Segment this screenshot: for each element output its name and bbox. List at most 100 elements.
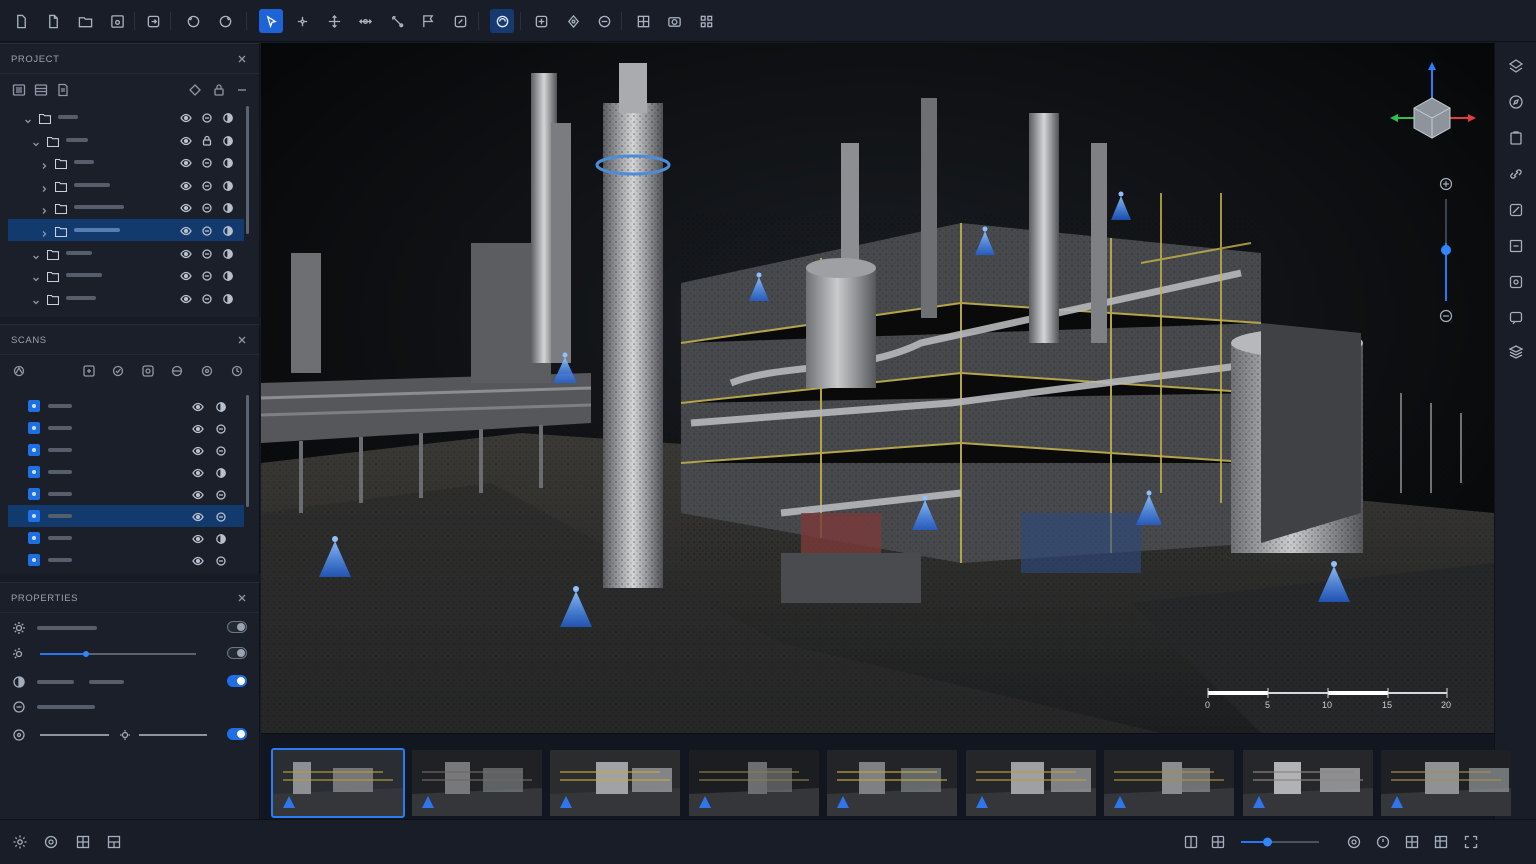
link-icon[interactable] — [215, 422, 227, 434]
layout-icon[interactable] — [106, 834, 122, 850]
transform-icon[interactable] — [561, 9, 585, 33]
grid-icon[interactable] — [75, 834, 91, 850]
select-tool-icon[interactable] — [259, 9, 283, 33]
lock-icon[interactable] — [201, 134, 213, 146]
edit-icon[interactable] — [1508, 202, 1524, 218]
eye-icon[interactable] — [180, 269, 192, 281]
tree-item[interactable] — [8, 196, 244, 218]
gear-icon[interactable] — [12, 834, 28, 850]
section-box-icon[interactable] — [529, 9, 553, 33]
link-icon[interactable] — [215, 510, 227, 522]
grid-view-icon[interactable] — [631, 9, 655, 33]
save-icon[interactable] — [105, 9, 129, 33]
color-swatch-icon[interactable] — [222, 156, 234, 169]
color-swatch-icon[interactable] — [222, 111, 234, 123]
measure-tool-icon[interactable] — [385, 9, 409, 33]
chevron-right-icon[interactable] — [40, 157, 48, 170]
clip-icon[interactable] — [592, 9, 616, 33]
eye-icon[interactable] — [192, 510, 204, 522]
cloud-icon[interactable] — [170, 364, 184, 378]
camera-icon[interactable] — [662, 9, 686, 33]
refresh-icon[interactable] — [230, 364, 244, 378]
3d-viewport[interactable]: 0 5 10 15 20 — [261, 43, 1494, 733]
tree-item[interactable] — [8, 174, 244, 196]
eye-icon[interactable] — [192, 554, 204, 566]
redo-icon[interactable] — [213, 9, 237, 33]
settings-grid-icon[interactable] — [694, 9, 718, 33]
tree-item[interactable] — [8, 287, 244, 309]
link-icon[interactable] — [201, 224, 213, 236]
color-swatch-icon[interactable] — [222, 134, 234, 146]
eye-icon[interactable] — [180, 111, 192, 123]
link-icon[interactable] — [1508, 166, 1524, 182]
eye-icon[interactable] — [192, 532, 204, 544]
target-icon[interactable] — [200, 364, 214, 378]
align-icon[interactable] — [141, 364, 155, 378]
layers-stack-icon[interactable] — [1508, 58, 1524, 74]
annotate-tool-icon[interactable] — [448, 9, 472, 33]
new-document-icon[interactable] — [41, 9, 65, 33]
link-icon[interactable] — [201, 269, 213, 281]
eye-icon[interactable] — [180, 134, 192, 146]
crop-icon[interactable] — [1508, 238, 1524, 254]
link-icon[interactable] — [201, 292, 213, 304]
link-icon[interactable] — [201, 156, 213, 168]
color-swatch-icon[interactable] — [222, 201, 234, 214]
scan-list-item[interactable] — [8, 549, 244, 571]
document-icon[interactable] — [56, 83, 70, 97]
home-view-icon[interactable] — [1375, 834, 1391, 850]
contrast-half-icon[interactable] — [215, 532, 227, 544]
range-toggle[interactable] — [227, 728, 247, 740]
color-swatch-icon[interactable] — [222, 224, 234, 236]
tree-item[interactable] — [8, 264, 244, 286]
scan-thumbnail[interactable] — [688, 750, 819, 816]
range-slider-max[interactable] — [139, 734, 207, 736]
scan-thumbnail[interactable] — [1381, 750, 1511, 816]
range-slider-min[interactable] — [40, 734, 109, 736]
scan-list-item[interactable] — [8, 461, 244, 483]
scan-list-item[interactable] — [8, 483, 244, 505]
list-view-icon[interactable] — [12, 83, 26, 97]
eye-icon[interactable] — [180, 201, 192, 213]
eye-icon[interactable] — [180, 224, 192, 236]
move-tool-icon[interactable] — [322, 9, 346, 33]
scan-thumbnail[interactable] — [550, 750, 680, 816]
open-folder-icon[interactable] — [73, 9, 97, 33]
view-mode-icon[interactable] — [490, 9, 514, 33]
color-toggle[interactable] — [227, 675, 247, 687]
link-icon[interactable] — [215, 444, 227, 456]
quad-view-icon[interactable] — [1210, 834, 1226, 850]
eye-icon[interactable] — [192, 488, 204, 500]
import-scan-icon[interactable] — [82, 364, 96, 378]
window-icon[interactable] — [1404, 834, 1420, 850]
chevron-down-icon[interactable] — [32, 293, 40, 305]
point-cloud-scene[interactable] — [261, 43, 1494, 733]
new-file-icon[interactable] — [9, 9, 33, 33]
tile-icon[interactable] — [1433, 834, 1449, 850]
preferences-icon[interactable] — [43, 834, 59, 850]
chevron-right-icon[interactable] — [40, 180, 48, 192]
scan-list-item[interactable] — [8, 527, 244, 549]
register-icon[interactable] — [111, 364, 125, 378]
eye-icon[interactable] — [192, 400, 204, 412]
contrast-slider-knob[interactable] — [82, 651, 89, 657]
layers-icon[interactable] — [34, 83, 48, 97]
color-swatch-icon[interactable] — [222, 269, 234, 282]
contrast-half-icon[interactable] — [215, 400, 227, 412]
contrast-half-icon[interactable] — [215, 466, 227, 478]
scan-thumbnail[interactable] — [965, 750, 1096, 816]
export-icon[interactable] — [141, 9, 165, 33]
scan-list-item[interactable] — [8, 395, 244, 417]
link-icon[interactable] — [201, 247, 213, 259]
brightness-toggle[interactable] — [227, 621, 247, 633]
eye-icon[interactable] — [180, 179, 192, 191]
flag-tool-icon[interactable] — [416, 9, 440, 33]
filter-icon[interactable] — [188, 83, 202, 97]
scan-thumbnail[interactable] — [827, 750, 957, 816]
close-icon[interactable] — [236, 591, 248, 603]
scan-thumbnail[interactable] — [1242, 750, 1373, 816]
project-scrollbar[interactable] — [246, 106, 249, 234]
chevron-down-icon[interactable] — [32, 135, 40, 147]
eye-icon[interactable] — [192, 422, 204, 434]
chat-icon[interactable] — [1508, 310, 1524, 326]
